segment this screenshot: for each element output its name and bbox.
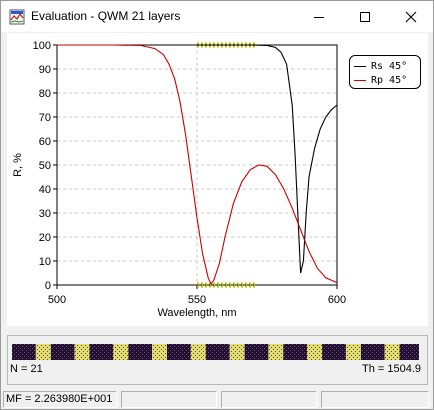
layer-count: N = 21 — [10, 363, 43, 375]
layer-block[interactable] — [399, 344, 419, 360]
y-tick-label-100: 100 — [33, 40, 51, 52]
y-tick-label-60: 60 — [39, 136, 51, 148]
y-tick-label-90: 90 — [39, 64, 51, 76]
layer-block[interactable] — [190, 344, 206, 360]
layer-block[interactable] — [345, 344, 361, 360]
x-tick-label-550: 550 — [188, 294, 206, 306]
layer-block[interactable] — [74, 344, 90, 360]
layer-structure-bar[interactable] — [12, 344, 419, 360]
layer-block[interactable] — [152, 344, 167, 360]
minimize-icon — [314, 16, 324, 18]
minimize-button[interactable] — [296, 1, 342, 32]
maximize-icon — [360, 11, 370, 22]
layer-block[interactable] — [283, 344, 308, 360]
status-bar: MF = 2.263980E+001 — [1, 389, 433, 409]
total-thickness: Th = 1504.9 — [361, 363, 421, 375]
layer-block[interactable] — [384, 344, 400, 360]
close-button[interactable] — [388, 1, 434, 32]
plot-area[interactable]: 0 10 20 30 40 50 60 70 80 90 100 500 550 600 Wavelengt… — [7, 33, 428, 326]
status-pane-2 — [121, 391, 217, 408]
y-tick-label-40: 40 — [39, 184, 51, 196]
title-bar: Evaluation - QWM 21 layers — [1, 1, 433, 32]
layer-block[interactable] — [360, 344, 385, 360]
y-axis-label: R, % — [12, 153, 24, 177]
layer-block[interactable] — [12, 344, 36, 360]
legend-swatch-rs — [354, 65, 366, 67]
window-title: Evaluation - QWM 21 layers — [31, 9, 181, 23]
layer-block[interactable] — [307, 344, 322, 360]
layer-block[interactable] — [322, 344, 346, 360]
status-pane-4 — [321, 391, 429, 408]
maximize-button[interactable] — [342, 1, 388, 32]
layer-block[interactable] — [167, 344, 191, 360]
close-icon — [405, 11, 417, 22]
layer-block[interactable] — [205, 344, 230, 360]
x-tick-label-500: 500 — [48, 294, 66, 306]
merit-function-status: MF = 2.263980E+001 — [3, 391, 117, 408]
y-tick-label-10: 10 — [39, 256, 51, 268]
layer-block[interactable] — [244, 344, 269, 360]
x-tick-label-600: 600 — [328, 294, 346, 306]
y-tick-label-0: 0 — [45, 280, 51, 292]
status-pane-3 — [221, 391, 317, 408]
y-tick-label-50: 50 — [39, 160, 51, 172]
app-icon — [9, 9, 25, 25]
layer-block[interactable] — [113, 344, 129, 360]
x-axis-label: Wavelength, nm — [157, 307, 236, 319]
evaluation-window: Evaluation - QWM 21 layers 0 10 20 30 40 50 60… — [0, 0, 434, 410]
legend-item-rp: Rp 45° — [354, 73, 407, 87]
legend-swatch-rp — [354, 79, 366, 81]
y-tick-label-70: 70 — [39, 112, 51, 124]
legend-label-rs: Rs 45° — [371, 60, 408, 72]
layer-block[interactable] — [50, 344, 75, 360]
y-tick-label-20: 20 — [39, 232, 51, 244]
chart-legend: Rs 45° Rp 45° — [349, 55, 421, 89]
layer-block[interactable] — [268, 344, 284, 360]
layer-block[interactable] — [35, 344, 51, 360]
y-tick-label-30: 30 — [39, 208, 51, 220]
layer-block[interactable] — [89, 344, 114, 360]
layer-block[interactable] — [229, 344, 245, 360]
design-panel — [7, 335, 428, 385]
y-tick-label-80: 80 — [39, 88, 51, 100]
legend-item-rs: Rs 45° — [354, 59, 407, 73]
legend-label-rp: Rp 45° — [371, 74, 408, 86]
layer-block[interactable] — [128, 344, 153, 360]
